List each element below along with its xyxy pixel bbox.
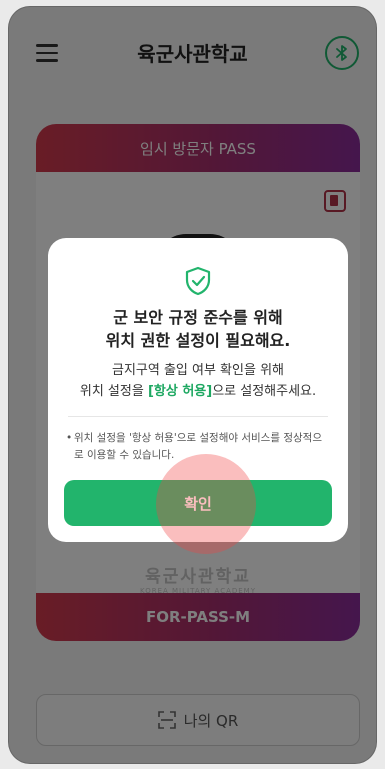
message-suffix: 으로 설정해주세요. [212, 384, 317, 399]
dialog-message-line-1: 금지구역 출입 여부 확인을 위해 [111, 363, 284, 378]
dialog-title-line-2: 위치 권한 설정이 필요해요. [105, 331, 291, 350]
location-permission-dialog: 군 보안 규정 준수를 위해 위치 권한 설정이 필요해요. 금지구역 출입 여… [48, 238, 348, 542]
shield-check-icon [184, 266, 212, 300]
always-allow-highlight: [항상 허용] [147, 384, 213, 399]
dialog-note: • 위치 설정을 '항상 허용'으로 설정해야 서비스를 정상적으로 이용할 수… [66, 430, 326, 464]
dialog-message-line-2: 위치 설정을 [항상 허용]으로 설정해주세요. [48, 381, 348, 402]
confirm-button[interactable]: 확인 [64, 480, 332, 526]
dialog-message: 금지구역 출입 여부 확인을 위해 위치 설정을 [항상 허용]으로 설정해주세… [48, 360, 348, 402]
dialog-title-line-1: 군 보안 규정 준수를 위해 [113, 308, 283, 327]
note-bullet: • [66, 432, 73, 444]
phone-screen: 육군사관학교 임시 방문자 PASS 육군사관학교 KOREA MILITARY… [8, 6, 377, 764]
note-text: 위치 설정을 '항상 허용'으로 설정해야 서비스를 정상적으로 이용할 수 있… [74, 432, 322, 461]
dialog-divider [68, 416, 328, 417]
dialog-title: 군 보안 규정 준수를 위해 위치 권한 설정이 필요해요. [48, 306, 348, 352]
message-prefix: 위치 설정을 [79, 384, 148, 399]
